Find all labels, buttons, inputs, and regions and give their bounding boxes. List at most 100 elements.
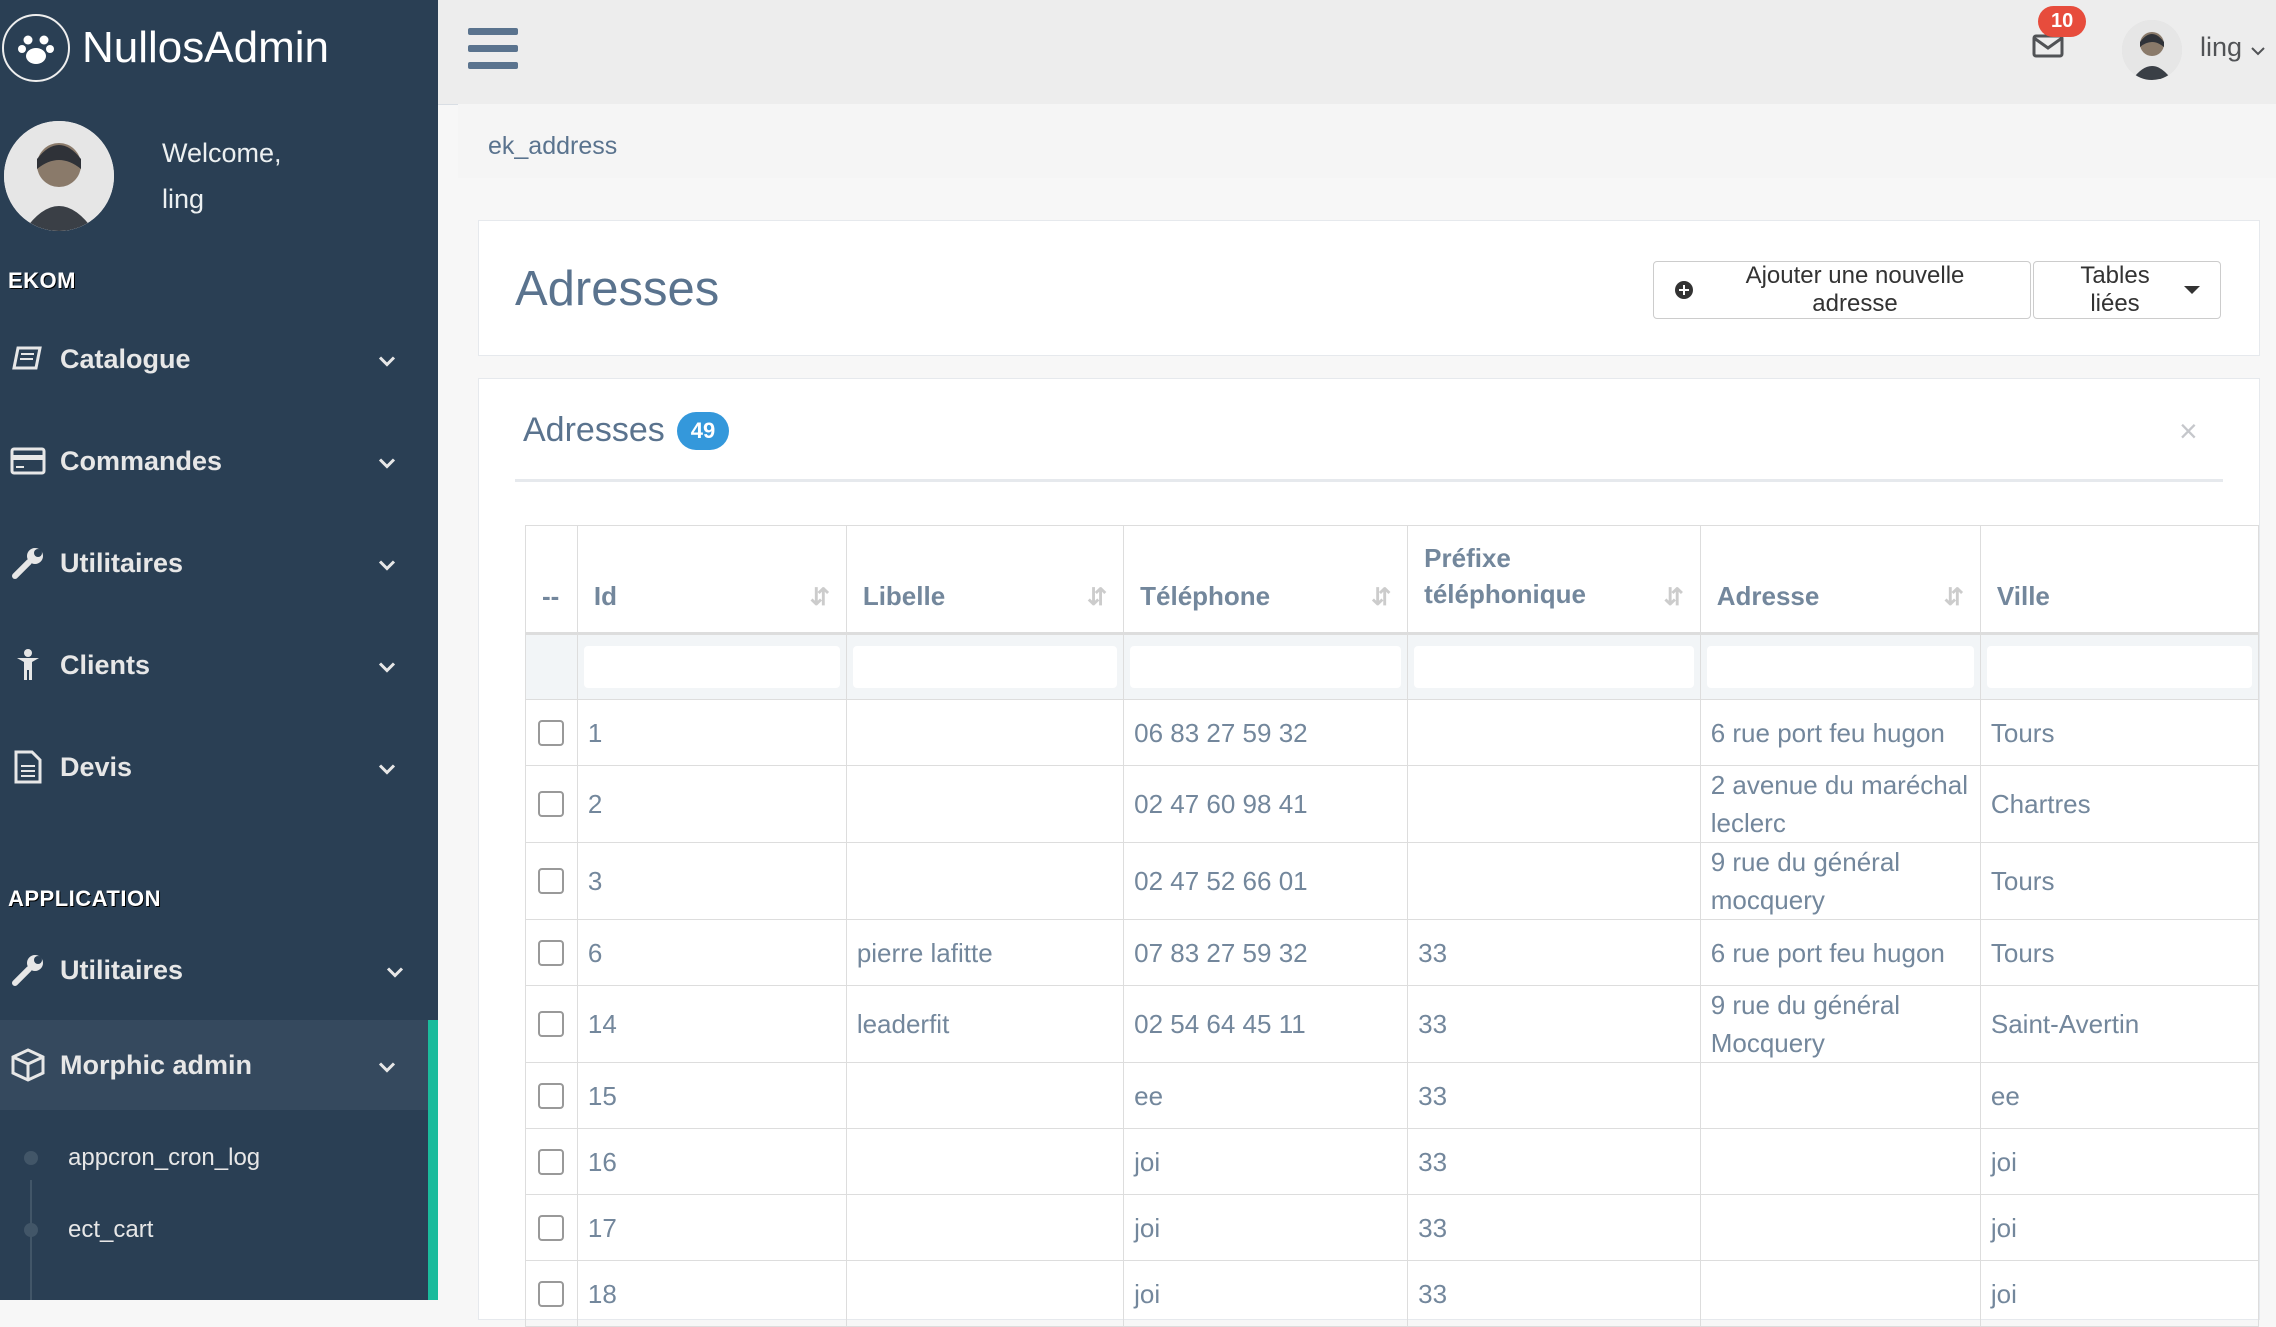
address-table: -- Id ⇵ Libelle ⇵ Téléphone ⇵ Préfixe télép… — [525, 525, 2260, 1327]
user-name: ling — [2200, 32, 2243, 62]
chevron-down-icon — [378, 650, 396, 681]
cell-prefixe: 33 — [1407, 985, 1701, 1063]
cell-telephone: joi — [1123, 1128, 1409, 1195]
row-checkbox[interactable] — [538, 868, 565, 894]
section-title-ekom: EKOM — [8, 268, 76, 293]
sidebar: NullosAdmin Welcome, ling EKOM Catalogue… — [0, 0, 438, 1300]
profile-username: ling — [162, 184, 205, 214]
cell-adresse — [1699, 1194, 1981, 1261]
filter-input-prefixe[interactable] — [1414, 646, 1694, 688]
sidebar-item-utilitaires-app[interactable]: Utilitaires — [0, 920, 438, 1020]
cell-id: 1 — [576, 699, 847, 766]
row-checkbox[interactable] — [538, 1214, 565, 1241]
cell-adresse — [1699, 1062, 1981, 1129]
avatar — [4, 121, 114, 231]
filter-input-id[interactable] — [583, 646, 840, 688]
sidebar-item-utilitaires[interactable]: Utilitaires — [0, 512, 438, 614]
sidebar-subitem-appcron-cron-log[interactable]: appcron_cron_log — [0, 1122, 438, 1194]
row-checkbox[interactable] — [538, 791, 565, 817]
sidebar-item-morphic-admin[interactable]: Morphic admin — [0, 1020, 438, 1110]
linked-tables-dropdown[interactable]: Tables liées — [2033, 261, 2221, 319]
row-checkbox[interactable] — [538, 719, 565, 746]
cell-libelle: pierre lafitte — [845, 919, 1125, 986]
row-checkbox[interactable] — [538, 1082, 565, 1109]
divider — [515, 479, 2223, 482]
filter-input-adresse[interactable] — [1706, 646, 1974, 688]
menu-toggle-icon[interactable] — [468, 28, 518, 70]
envelope-icon[interactable] — [2032, 34, 2064, 63]
sidebar-item-devis[interactable]: Devis — [0, 716, 438, 818]
user-menu[interactable]: ling — [2200, 32, 2266, 63]
sidebar-item-commandes[interactable]: Commandes — [0, 410, 438, 512]
column-header-id[interactable]: Id ⇵ — [576, 525, 847, 635]
row-checkbox[interactable] — [538, 1011, 565, 1037]
filter-cell — [525, 633, 578, 700]
row-select-cell — [525, 1260, 578, 1327]
table-row[interactable]: 2 02 47 60 98 41 2 avenue du maréchal lecl… — [525, 765, 2260, 843]
row-checkbox[interactable] — [538, 939, 565, 966]
cell-prefixe: 33 — [1407, 1260, 1701, 1327]
cell-prefixe — [1407, 765, 1701, 843]
cell-libelle — [845, 842, 1125, 920]
paw-icon — [2, 14, 70, 82]
close-icon[interactable]: × — [2179, 413, 2198, 450]
sort-icon[interactable]: ⇵ — [1664, 583, 1684, 612]
breadcrumb: ek_address — [458, 104, 2276, 178]
table-row[interactable]: 17 joi 33 joi — [525, 1194, 2260, 1261]
column-header-ville[interactable]: Ville — [1979, 525, 2260, 635]
table-row[interactable]: 3 02 47 52 66 01 9 rue du général mocquery… — [525, 842, 2260, 920]
profile: Welcome, ling — [0, 96, 438, 256]
table-row[interactable]: 16 joi 33 joi — [525, 1128, 2260, 1195]
add-address-button[interactable]: Ajouter une nouvelle adresse — [1653, 261, 2031, 319]
cell-prefixe: 33 — [1407, 1194, 1701, 1261]
table-row[interactable]: 1 06 83 27 59 32 6 rue port feu hugon Tours — [525, 699, 2260, 766]
list-title: Adresses 49 — [523, 411, 730, 450]
cell-adresse: 6 rue port feu hugon — [1699, 919, 1981, 986]
cell-prefixe: 33 — [1407, 1062, 1701, 1129]
list-title-text: Adresses — [523, 411, 665, 449]
sort-icon[interactable]: ⇵ — [1087, 583, 1107, 612]
user-avatar[interactable] — [2122, 20, 2182, 80]
chevron-down-icon — [2250, 32, 2266, 62]
table-row[interactable]: 6 pierre lafitte 07 83 27 59 32 33 6 rue por… — [525, 919, 2260, 986]
filter-cell — [845, 633, 1125, 700]
sidebar-item-label: Clients — [60, 649, 151, 680]
section-title-application: APPLICATION — [8, 886, 161, 911]
cell-adresse — [1699, 1128, 1981, 1195]
table-row[interactable]: 18 joi 33 joi — [525, 1260, 2260, 1327]
cell-id: 18 — [576, 1260, 847, 1327]
filter-input-ville[interactable] — [1986, 646, 2252, 688]
cell-ville: Tours — [1979, 919, 2260, 986]
row-select-cell — [525, 1194, 578, 1261]
cell-ville: Tours — [1979, 842, 2260, 920]
row-select-cell — [525, 985, 578, 1063]
breadcrumb-item[interactable]: ek_address — [488, 132, 617, 161]
active-indicator — [428, 1072, 438, 1300]
sort-icon[interactable]: ⇵ — [1371, 583, 1391, 612]
column-header-telephone[interactable]: Téléphone ⇵ — [1123, 525, 1409, 635]
filter-input-telephone[interactable] — [1130, 646, 1402, 688]
row-checkbox[interactable] — [538, 1148, 565, 1175]
row-checkbox[interactable] — [538, 1280, 565, 1307]
cell-ville: ee — [1979, 1062, 2260, 1129]
cell-libelle — [845, 1194, 1125, 1261]
table-row[interactable]: 15 ee 33 ee — [525, 1062, 2260, 1129]
column-header-libelle[interactable]: Libelle ⇵ — [845, 525, 1125, 635]
row-select-cell — [525, 765, 578, 843]
filter-cell — [576, 633, 847, 700]
cell-prefixe — [1407, 842, 1701, 920]
column-header-adresse[interactable]: Adresse ⇵ — [1699, 525, 1981, 635]
table-row[interactable]: 14 leaderfit 02 54 64 45 11 33 9 rue du géné… — [525, 985, 2260, 1063]
child-icon — [8, 645, 48, 685]
chevron-down-icon — [378, 548, 396, 579]
sort-icon[interactable]: ⇵ — [810, 583, 830, 612]
column-header-prefixe[interactable]: Préfixe téléphonique ⇵ — [1407, 525, 1701, 635]
brand[interactable]: NullosAdmin — [0, 0, 438, 96]
caret-down-icon — [2184, 286, 2200, 294]
sort-icon[interactable]: ⇵ — [1944, 583, 1964, 612]
bullet-dot — [24, 1151, 38, 1165]
filter-input-libelle[interactable] — [852, 646, 1118, 688]
sidebar-item-clients[interactable]: Clients — [0, 614, 438, 716]
sidebar-item-catalogue[interactable]: Catalogue — [0, 308, 438, 410]
sidebar-subitem-ect-cart[interactable]: ect_cart — [0, 1194, 438, 1266]
